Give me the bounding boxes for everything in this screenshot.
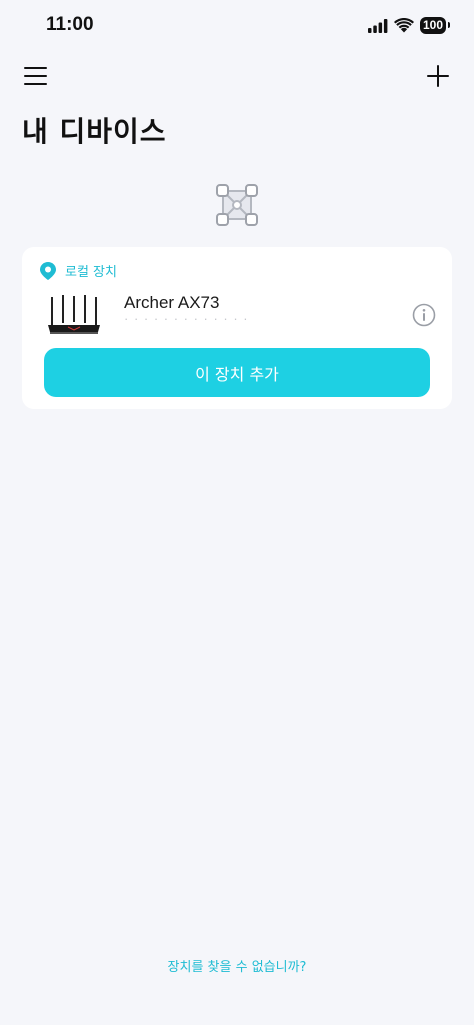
add-this-device-button[interactable]: 이 장치 추가: [44, 348, 430, 397]
info-icon[interactable]: [412, 303, 436, 327]
status-icons: 100: [367, 17, 451, 34]
cellular-signal-icon: [367, 18, 388, 33]
battery-indicator: 100: [419, 17, 451, 34]
device-name: Archer AX73: [124, 293, 220, 312]
local-devices-card: 로컬 장치 Archer AX73 · · · · · · · · · · · …: [22, 247, 452, 409]
status-time: 11:00: [46, 14, 94, 35]
router-image: [48, 295, 100, 334]
local-devices-header: 로컬 장치: [40, 261, 117, 280]
hamburger-menu-icon[interactable]: [24, 66, 48, 86]
satellite-router-icon: [216, 184, 258, 226]
plus-icon[interactable]: [426, 64, 450, 88]
page-title: 내 디바이스: [22, 115, 167, 148]
local-devices-label: 로컬 장치: [65, 265, 117, 280]
location-pin-icon: [40, 261, 56, 280]
cant-find-device-link[interactable]: 장치를 찾을 수 없습니까?: [0, 956, 474, 975]
status-bar: 11:00 100: [0, 0, 474, 54]
wifi-icon: [393, 18, 414, 33]
device-list-item[interactable]: Archer AX73 · · · · · · · · · · · · · ·: [22, 287, 452, 341]
device-mac-address-blurred: · · · · · · · · · · · · · ·: [124, 317, 249, 327]
